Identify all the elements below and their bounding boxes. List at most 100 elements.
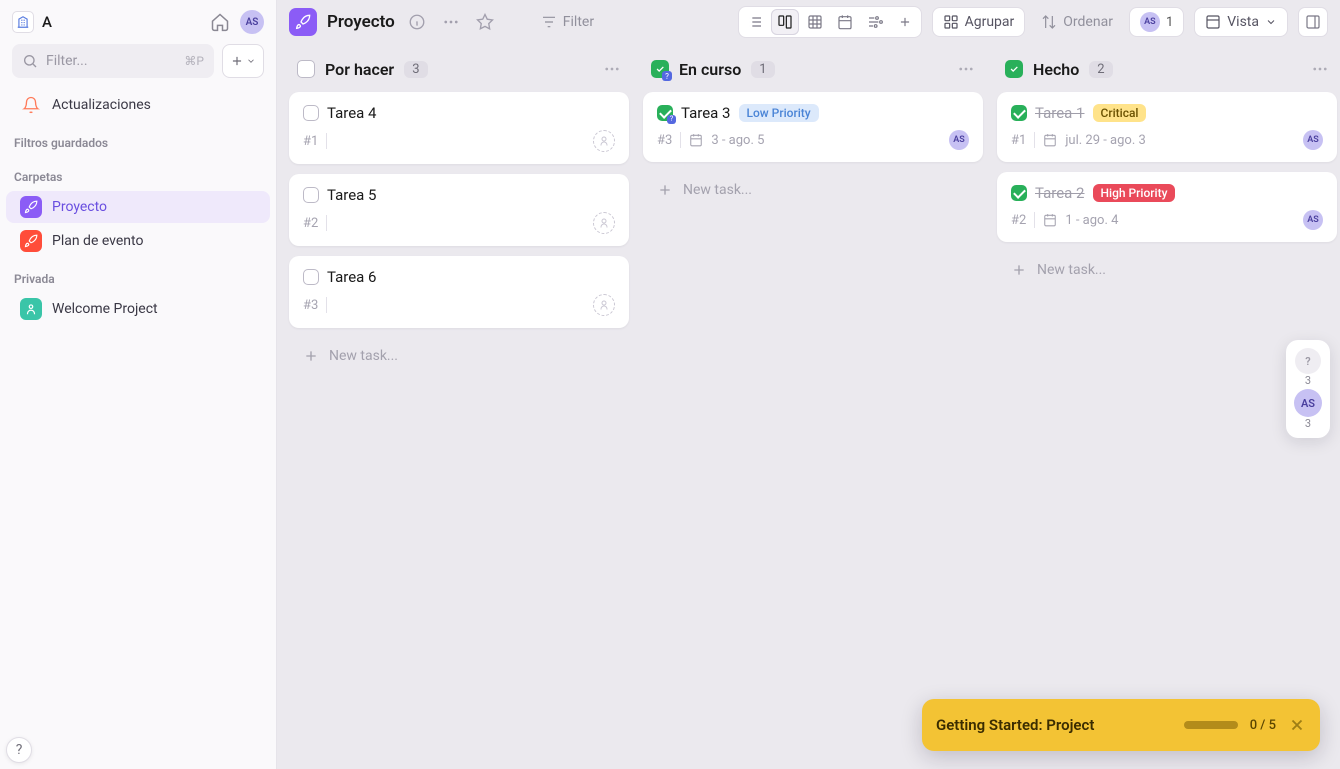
- task-checkbox[interactable]: [303, 187, 319, 203]
- folder-label: Proyecto: [52, 199, 107, 215]
- status-icon-todo: [297, 60, 315, 78]
- workspace-icon[interactable]: [12, 11, 34, 33]
- task-card[interactable]: Tarea 1 Critical #1 jul. 29 - ago. 3 AS: [997, 92, 1337, 162]
- task-title: Tarea 5: [327, 186, 377, 204]
- view-table[interactable]: [801, 9, 829, 35]
- updates-label: Actualizaciones: [52, 97, 151, 113]
- task-dates: jul. 29 - ago. 3: [1065, 133, 1146, 148]
- folder-label: Plan de evento: [52, 233, 143, 249]
- task-checkbox[interactable]: [303, 269, 319, 285]
- workspace-name[interactable]: A: [42, 13, 200, 31]
- task-card[interactable]: Tarea 6 #3: [289, 256, 629, 328]
- toast-progress-text: 0 / 5: [1250, 718, 1276, 733]
- view-timeline[interactable]: [861, 9, 889, 35]
- section-folders: Carpetas: [0, 156, 276, 190]
- column-title: Por hacer: [325, 60, 394, 79]
- layout-icon: [1205, 14, 1221, 30]
- getting-started-toast[interactable]: Getting Started: Project 0 / 5: [922, 699, 1320, 751]
- presence-count: 3: [1305, 374, 1311, 387]
- task-card[interactable]: Tarea 5 #2: [289, 174, 629, 246]
- private-welcome-project[interactable]: Welcome Project: [6, 293, 270, 325]
- task-card[interactable]: Tarea 4 #1: [289, 92, 629, 164]
- task-checkbox[interactable]: [1011, 105, 1027, 121]
- sort-button[interactable]: Ordenar: [1035, 7, 1119, 37]
- toast-progress-bar: [1184, 721, 1238, 729]
- task-dates: 1 - ago. 4: [1065, 213, 1118, 228]
- priority-badge: Low Priority: [739, 104, 819, 122]
- view-board[interactable]: [771, 9, 799, 35]
- assignee-empty-icon[interactable]: [593, 294, 615, 316]
- priority-badge: Critical: [1093, 104, 1147, 122]
- task-checkbox[interactable]: [1011, 185, 1027, 201]
- filter-button[interactable]: Filter: [531, 7, 604, 37]
- plus-icon: [657, 182, 673, 198]
- task-id: #3: [303, 298, 318, 313]
- info-icon[interactable]: [405, 10, 429, 34]
- filter-label: Filter: [563, 14, 594, 30]
- column-title: En curso: [679, 60, 741, 79]
- column-menu[interactable]: [1307, 56, 1333, 82]
- new-button[interactable]: [222, 44, 264, 78]
- assignee-filter[interactable]: AS 1: [1129, 7, 1184, 37]
- group-button[interactable]: Agrupar: [932, 7, 1026, 37]
- column-menu[interactable]: [599, 56, 625, 82]
- sort-icon: [1041, 14, 1057, 30]
- task-card[interactable]: Tarea 2 High Priority #2 1 - ago. 4 AS: [997, 172, 1337, 242]
- column-header: Por hacer 3: [289, 50, 629, 92]
- task-checkbox[interactable]: [657, 105, 673, 121]
- group-icon: [943, 14, 959, 30]
- status-icon-done: [1005, 60, 1023, 78]
- person-icon: [20, 298, 42, 320]
- column-count: 1: [751, 61, 774, 78]
- view-label: Vista: [1227, 14, 1259, 30]
- new-task-button[interactable]: New task...: [289, 338, 629, 374]
- sort-label: Ordenar: [1063, 14, 1113, 30]
- project-title[interactable]: Proyecto: [327, 12, 395, 32]
- more-icon[interactable]: [439, 10, 463, 34]
- view-menu[interactable]: Vista: [1194, 7, 1288, 37]
- task-card[interactable]: Tarea 3 Low Priority #3 3 - ago. 5 AS: [643, 92, 983, 162]
- assignee-avatar[interactable]: AS: [1303, 210, 1323, 230]
- column-header: Hecho 2: [997, 50, 1337, 92]
- private-label: Welcome Project: [52, 301, 158, 317]
- sidebar: A AS Filter... ⌘P Actualizaciones Filtro…: [0, 0, 277, 769]
- sidebar-filter-input[interactable]: Filter... ⌘P: [12, 44, 214, 78]
- assignee-avatar[interactable]: AS: [949, 130, 969, 150]
- topbar: Proyecto Filter Agrupar: [277, 0, 1340, 44]
- help-button[interactable]: ?: [6, 737, 32, 763]
- presence-unknown[interactable]: ? 3: [1295, 348, 1321, 387]
- home-icon[interactable]: [208, 10, 232, 34]
- toggle-panel-button[interactable]: [1298, 7, 1328, 37]
- folder-plan-evento[interactable]: Plan de evento: [6, 225, 270, 257]
- column-count: 2: [1089, 61, 1112, 78]
- user-avatar[interactable]: AS: [240, 10, 264, 34]
- task-title: Tarea 1: [1035, 104, 1085, 122]
- view-calendar[interactable]: [831, 9, 859, 35]
- view-add[interactable]: [891, 9, 919, 35]
- task-checkbox[interactable]: [303, 105, 319, 121]
- new-task-button[interactable]: New task...: [643, 172, 983, 208]
- new-task-button[interactable]: New task...: [997, 252, 1337, 288]
- chevron-down-icon: [1265, 16, 1277, 28]
- star-icon[interactable]: [473, 10, 497, 34]
- board: Por hacer 3 Tarea 4 #1: [277, 44, 1340, 769]
- assignee-empty-icon[interactable]: [593, 130, 615, 152]
- close-icon[interactable]: [1288, 716, 1306, 734]
- status-icon-inprogress: [651, 60, 669, 78]
- presence-user[interactable]: AS 3: [1294, 389, 1322, 430]
- sidebar-updates[interactable]: Actualizaciones: [6, 89, 270, 121]
- folder-proyecto[interactable]: Proyecto: [6, 191, 270, 223]
- assignee-count: 1: [1166, 15, 1173, 30]
- task-id: #2: [1011, 213, 1026, 228]
- section-saved-filters: Filtros guardados: [0, 122, 276, 156]
- filter-placeholder: Filter...: [46, 53, 88, 69]
- view-list[interactable]: [741, 9, 769, 35]
- assignee-avatar[interactable]: AS: [1303, 130, 1323, 150]
- question-icon: ?: [1295, 348, 1321, 374]
- column-title: Hecho: [1033, 60, 1079, 79]
- task-title: Tarea 4: [327, 104, 377, 122]
- assignee-empty-icon[interactable]: [593, 212, 615, 234]
- column-menu[interactable]: [953, 56, 979, 82]
- new-task-label: New task...: [1037, 262, 1106, 278]
- filter-shortcut: ⌘P: [184, 54, 204, 68]
